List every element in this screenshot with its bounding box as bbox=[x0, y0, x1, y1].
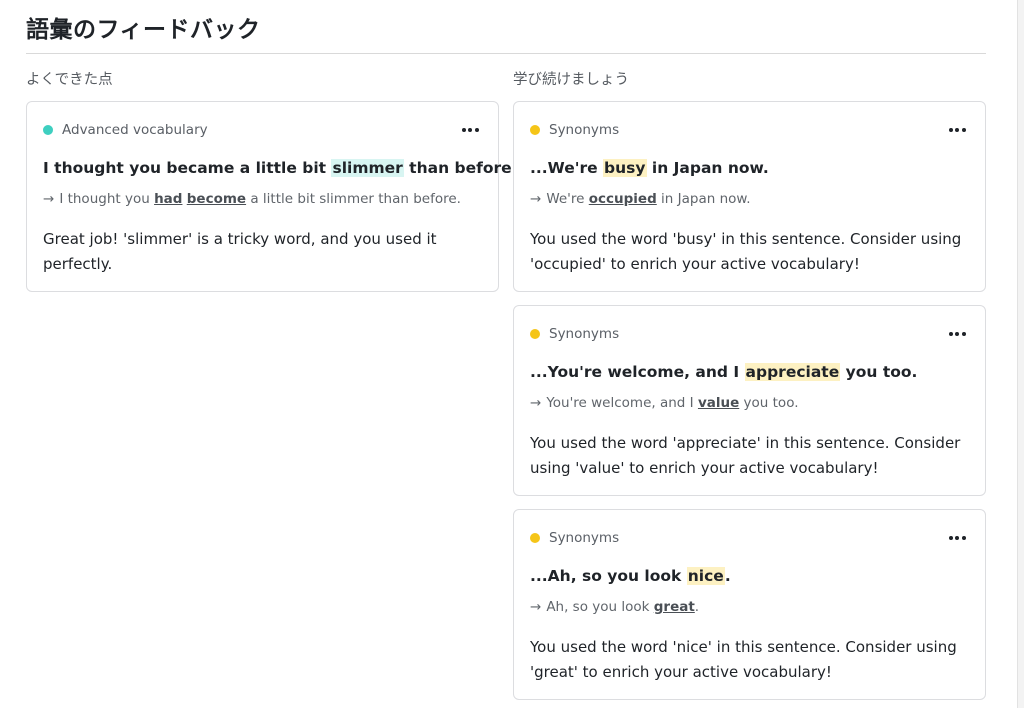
category-dot bbox=[43, 125, 53, 135]
suggested-word: great bbox=[653, 599, 695, 615]
keep-learning-column: 学び続けましょう Synonyms ...We're busy in Japan… bbox=[513, 68, 986, 708]
suggested-sentence: → I thought you had become a little bit s… bbox=[43, 191, 461, 207]
highlighted-word: busy bbox=[603, 159, 647, 177]
suggested-sentence: → You're welcome, and I value you too. bbox=[530, 395, 799, 411]
original-sentence: I thought you became a little bit slimme… bbox=[43, 159, 518, 177]
title-divider bbox=[26, 53, 986, 54]
feedback-card-synonyms-busy: Synonyms ...We're busy in Japan now. → We… bbox=[513, 101, 986, 292]
category-label: Advanced vocabulary bbox=[62, 122, 208, 138]
strengths-column: よくできた点 Advanced vocabulary I thought you… bbox=[26, 68, 518, 305]
more-options-icon[interactable] bbox=[945, 120, 969, 140]
more-options-icon[interactable] bbox=[945, 528, 969, 548]
category-label: Synonyms bbox=[549, 530, 620, 546]
feedback-text: You used the word 'appreciate' in this s… bbox=[530, 434, 961, 477]
feedback-text: You used the word 'nice' in this sentenc… bbox=[530, 638, 957, 681]
keep-learning-heading: 学び続けましょう bbox=[513, 72, 629, 88]
suggested-word: become bbox=[186, 191, 247, 207]
original-sentence: ...We're busy in Japan now. bbox=[530, 159, 769, 177]
strengths-heading: よくできた点 bbox=[26, 72, 113, 88]
category-dot bbox=[530, 533, 540, 543]
more-options-icon[interactable] bbox=[945, 324, 969, 344]
original-sentence: ...You're welcome, and I appreciate you … bbox=[530, 363, 918, 381]
suggested-word: occupied bbox=[588, 191, 657, 207]
arrow-right-icon: → bbox=[530, 191, 542, 207]
category-dot bbox=[530, 329, 540, 339]
arrow-right-icon: → bbox=[43, 191, 55, 207]
category-dot bbox=[530, 125, 540, 135]
page-title: 語彙のフィードバック bbox=[26, 17, 261, 43]
suggested-word: had bbox=[154, 191, 183, 207]
feedback-text: Great job! 'slimmer' is a tricky word, a… bbox=[43, 230, 437, 273]
arrow-right-icon: → bbox=[530, 599, 542, 615]
suggested-word: value bbox=[697, 395, 740, 411]
category-label: Synonyms bbox=[549, 326, 620, 342]
more-options-icon[interactable] bbox=[458, 120, 482, 140]
feedback-card-advanced-vocabulary: Advanced vocabulary I thought you became… bbox=[26, 101, 518, 292]
feedback-text: You used the word 'busy' in this sentenc… bbox=[530, 230, 962, 273]
arrow-right-icon: → bbox=[530, 395, 542, 411]
suggested-sentence: → Ah, so you look great. bbox=[530, 599, 700, 615]
category-label: Synonyms bbox=[549, 122, 620, 138]
suggested-sentence: → We're occupied in Japan now. bbox=[530, 191, 751, 207]
feedback-card-synonyms-appreciate: Synonyms ...You're welcome, and I apprec… bbox=[513, 305, 986, 496]
highlighted-word: nice bbox=[686, 567, 725, 585]
original-sentence: ...Ah, so you look nice. bbox=[530, 567, 731, 585]
scrollbar-track[interactable] bbox=[1017, 0, 1024, 708]
highlighted-word: slimmer bbox=[331, 159, 404, 177]
highlighted-word: appreciate bbox=[744, 363, 841, 381]
feedback-card-synonyms-nice: Synonyms ...Ah, so you look nice. → Ah, s… bbox=[513, 509, 986, 700]
